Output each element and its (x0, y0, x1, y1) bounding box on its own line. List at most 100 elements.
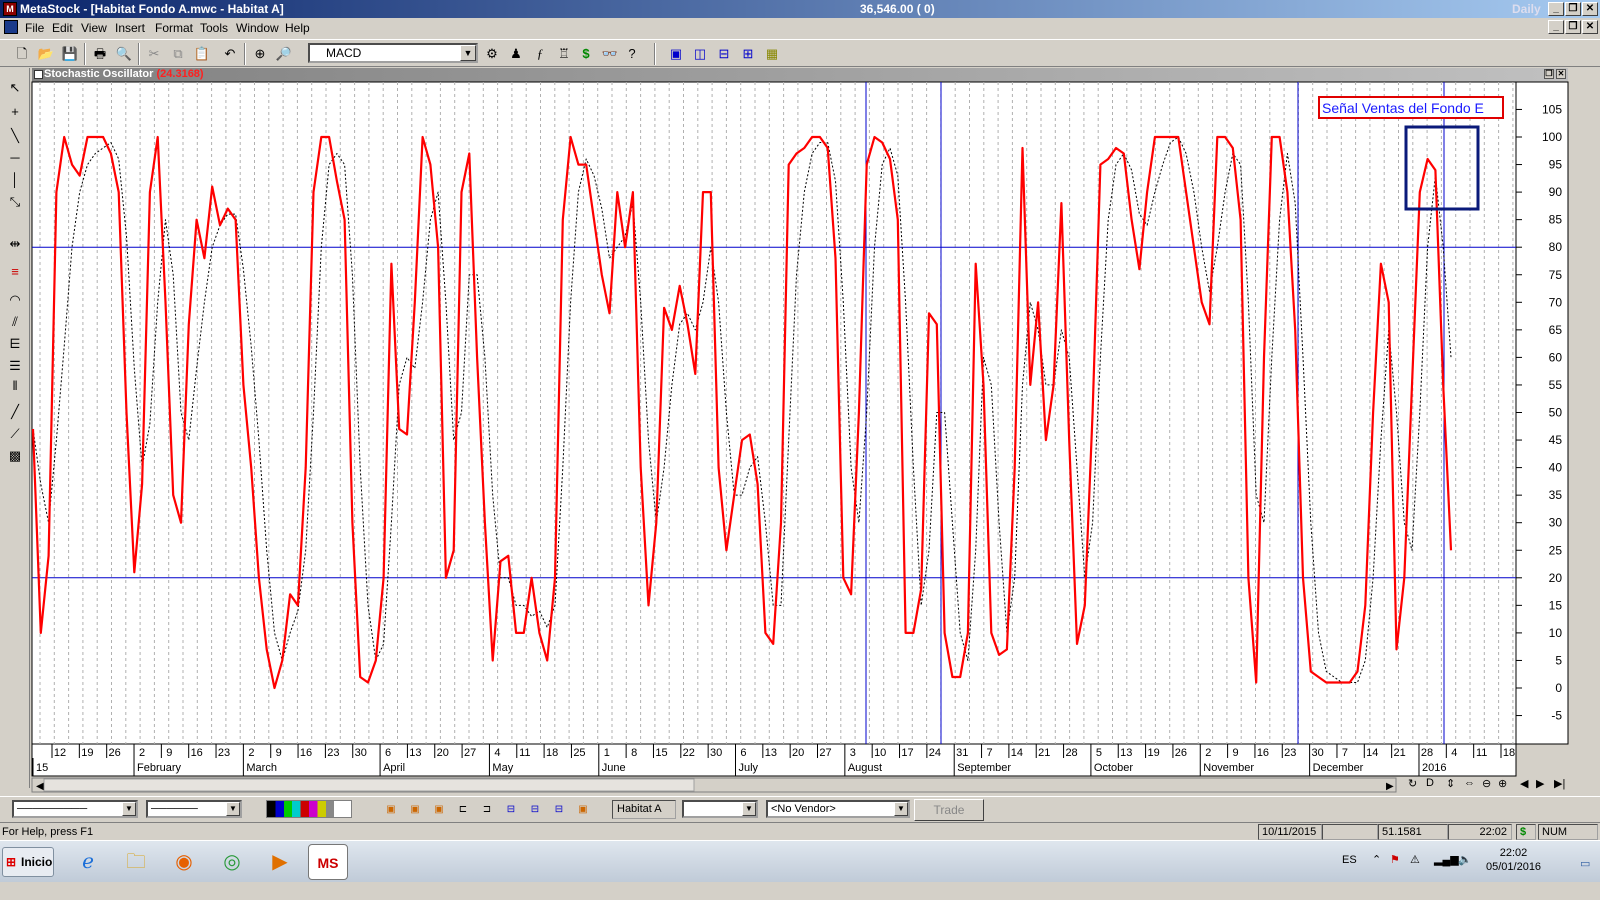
expand-vertical-icon[interactable]: ⇕ (1446, 777, 1455, 790)
stochastic-chart[interactable]: 1051009590858075706560555045403530252015… (0, 0, 1600, 900)
align-right-icon[interactable]: ⊐ (478, 801, 496, 819)
update-icon[interactable]: ⚠ (1410, 853, 1420, 866)
color-palette[interactable] (266, 800, 352, 818)
formula-icon[interactable]: ƒ (530, 44, 550, 64)
document-icon[interactable] (4, 20, 18, 34)
zoom-in-icon[interactable]: ⊕ (1498, 777, 1507, 790)
network-icon[interactable]: ▂▄▆ (1434, 853, 1459, 866)
horizontal-line-icon[interactable]: ─ (5, 148, 25, 168)
file-explorer-icon[interactable]: 🗀 (116, 844, 156, 880)
grid-tool-icon[interactable]: ▩ (5, 446, 25, 466)
zoom-out-icon[interactable]: ⊖ (1482, 777, 1491, 790)
indicator-select[interactable]: MACD ▼ (308, 43, 478, 63)
print-icon[interactable]: 🖶 (90, 44, 110, 64)
close-icon[interactable]: ✕ (1582, 2, 1598, 16)
nav-right-icon[interactable]: ▶ (1536, 777, 1544, 790)
layout-c-icon[interactable]: ⊟ (550, 801, 568, 819)
retracement-icon[interactable]: ☰ (5, 356, 25, 376)
media-player-icon[interactable]: ▶ (260, 844, 300, 880)
copy-icon[interactable]: ⧉ (168, 44, 188, 64)
menu-insert[interactable]: Insert (115, 21, 145, 35)
arrange-icons-icon[interactable]: ▦ (762, 44, 782, 64)
metastock-app-icon[interactable]: M (3, 2, 17, 16)
time-zones-icon[interactable]: ‖ (5, 376, 25, 396)
style-b-icon[interactable]: ▣ (406, 801, 424, 819)
open-folder-icon[interactable]: 📂 (36, 44, 56, 64)
menu-help[interactable]: Help (285, 21, 310, 35)
layout-a-icon[interactable]: ⊟ (502, 801, 520, 819)
style-a-icon[interactable]: ▣ (382, 801, 400, 819)
tile-horizontal-icon[interactable]: ⊟ (714, 44, 734, 64)
parallel-lines-icon[interactable]: ≡ (5, 262, 25, 282)
action-center-icon[interactable]: ⚑ (1390, 853, 1400, 866)
expert-advisor-icon[interactable]: ⚙ (482, 44, 502, 64)
minimize-icon[interactable]: _ (1548, 2, 1564, 16)
metastock-taskbar-icon[interactable]: MS (308, 844, 348, 880)
vertical-line-icon[interactable]: │ (5, 170, 25, 190)
line-weight-select[interactable]: ────── ▼ (146, 800, 242, 818)
chart-window-icon[interactable] (34, 70, 43, 79)
chevron-down-icon[interactable]: ▼ (122, 802, 136, 816)
context-help-icon[interactable]: ? (622, 44, 642, 64)
crosshair-icon[interactable]: + (5, 102, 25, 122)
align-left-icon[interactable]: ⊏ (454, 801, 472, 819)
chevron-down-icon[interactable]: ▼ (894, 802, 908, 816)
layout-b-icon[interactable]: ⊟ (526, 801, 544, 819)
print-preview-icon[interactable]: 🔍 (114, 44, 134, 64)
line-style-select[interactable]: ───────── ▼ (12, 800, 138, 818)
tile-grid-icon[interactable]: ⊞ (738, 44, 758, 64)
system-tester-icon[interactable]: ♖ (554, 44, 574, 64)
show-hidden-icon[interactable]: ⌃ (1372, 853, 1381, 866)
menu-tools[interactable]: Tools (200, 21, 228, 35)
menu-format[interactable]: Format (155, 21, 193, 35)
cut-icon[interactable]: ✂ (144, 44, 164, 64)
cascade-windows-icon[interactable]: ▣ (666, 44, 686, 64)
fibonacci-icon[interactable]: ⋿ (5, 334, 25, 354)
new-file-icon[interactable]: 🗋 (12, 44, 32, 64)
crosshair-zoom-icon[interactable]: ⊕ (250, 44, 270, 64)
start-button[interactable]: ⊞ Inicio (2, 847, 54, 877)
restore-icon[interactable]: ❐ (1565, 2, 1581, 16)
menu-file[interactable]: File (25, 21, 44, 35)
refresh-icon[interactable]: ↻ (1408, 777, 1417, 790)
internet-explorer-icon[interactable]: ℯ (68, 844, 108, 880)
line-tool-icon[interactable]: ╱ (5, 402, 25, 422)
chevron-down-icon[interactable]: ▼ (226, 802, 240, 816)
child-minimize-icon[interactable]: _ (1548, 20, 1564, 34)
child-close-icon[interactable]: ✕ (1582, 20, 1598, 34)
show-desktop-icon[interactable]: ▭ (1580, 857, 1590, 870)
expand-horizontal-icon[interactable]: ⇔ (1464, 777, 1475, 789)
arc-icon[interactable]: ◠ (5, 290, 25, 310)
nav-left-icon[interactable]: ◀ (1520, 777, 1528, 790)
chart-restore-icon[interactable]: ❐ (1544, 69, 1554, 79)
paste-icon[interactable]: 📋 (192, 44, 212, 64)
menu-window[interactable]: Window (236, 21, 279, 35)
firefox-icon[interactable]: ◉ (164, 844, 204, 880)
clock[interactable]: 22:02 05/01/2016 (1486, 846, 1541, 874)
security-select[interactable]: ▼ (682, 800, 758, 818)
tile-vertical-icon[interactable]: ◫ (690, 44, 710, 64)
cycle-lines-icon[interactable]: ⤡ (5, 192, 25, 212)
trade-button[interactable]: Trade (914, 799, 984, 821)
chrome-icon[interactable]: ◎ (212, 844, 252, 880)
undo-icon[interactable]: ↶ (220, 44, 240, 64)
menu-edit[interactable]: Edit (52, 21, 73, 35)
volume-icon[interactable]: 🔈 (1458, 853, 1472, 866)
gann-fan-icon[interactable]: ⟋ (5, 424, 25, 444)
menu-view[interactable]: View (81, 21, 107, 35)
save-icon[interactable]: 💾 (60, 44, 80, 64)
security-name[interactable]: Habitat A (612, 800, 676, 819)
chevron-down-icon[interactable]: ▼ (742, 802, 756, 816)
style-c-icon[interactable]: ▣ (430, 801, 448, 819)
vendor-select[interactable]: <No Vendor> ▼ (766, 800, 910, 818)
child-restore-icon[interactable]: ❐ (1565, 20, 1581, 34)
period-d-button[interactable]: D (1426, 777, 1434, 789)
nav-end-icon[interactable]: ▶| (1554, 777, 1565, 790)
pointer-icon[interactable]: ↖ (5, 78, 25, 98)
fan-lines-icon[interactable]: ⫽ (5, 312, 25, 332)
trendline-icon[interactable]: ╲ (5, 126, 25, 146)
chevron-down-icon[interactable]: ▼ (460, 45, 476, 61)
language-indicator[interactable]: ES (1342, 854, 1357, 866)
zoom-icon[interactable]: 🔎 (274, 44, 294, 64)
explorer-icon[interactable]: ♟ (506, 44, 526, 64)
